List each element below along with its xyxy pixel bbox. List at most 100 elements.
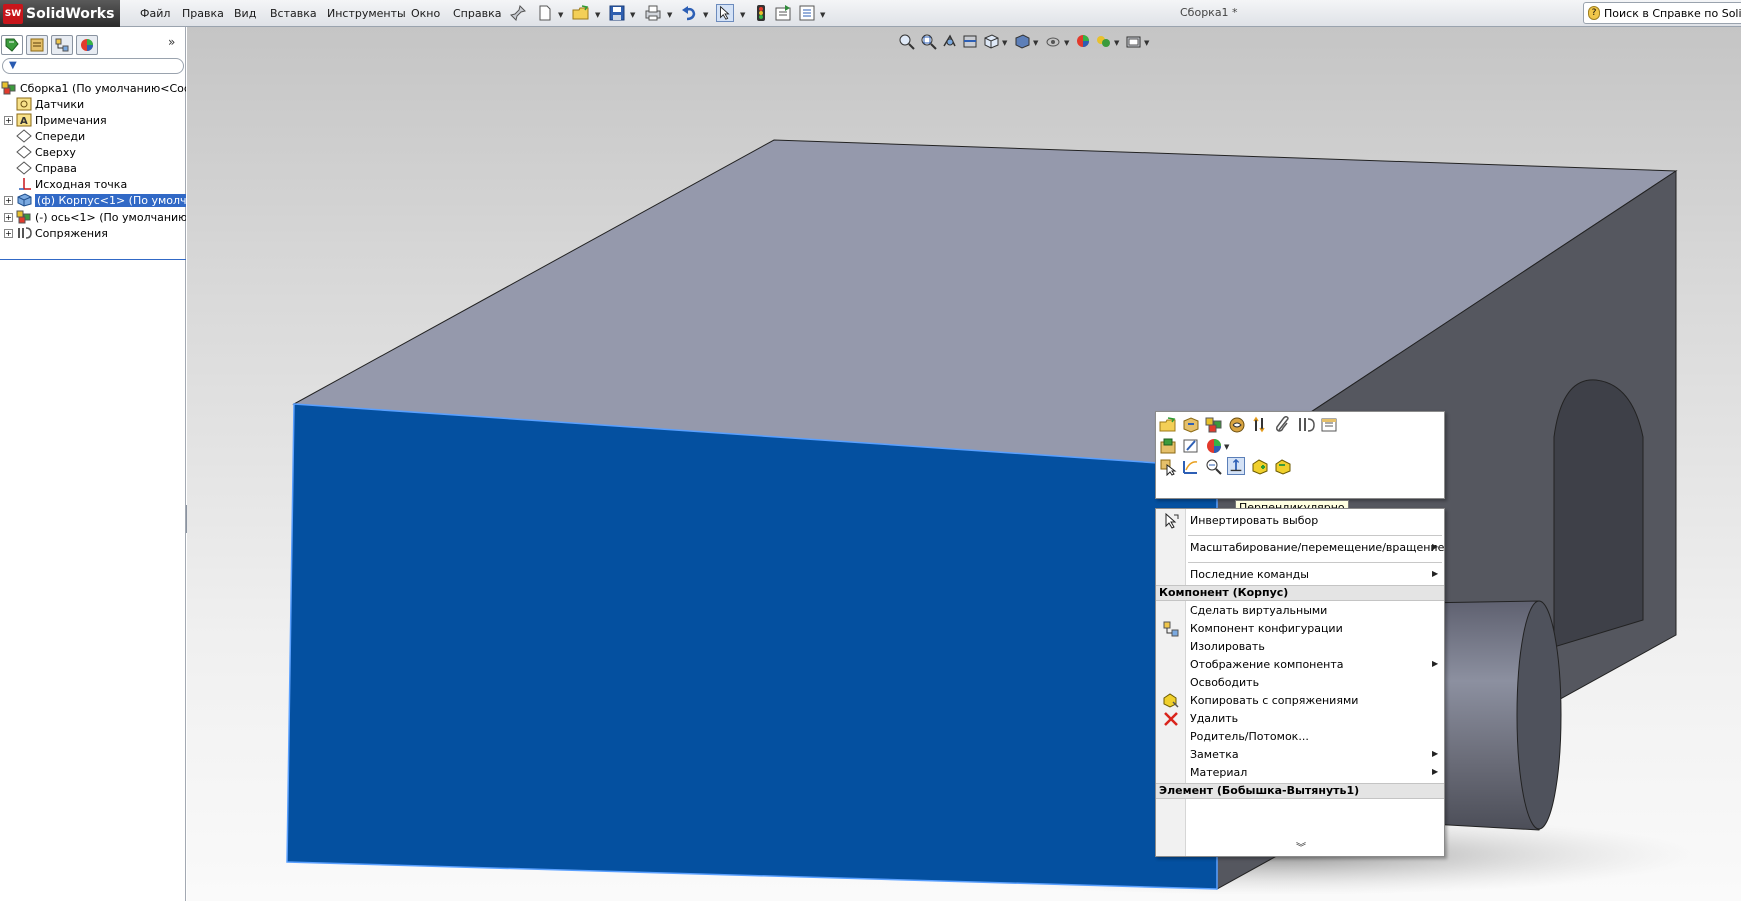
menu-insert[interactable]: Вставка — [270, 7, 317, 20]
properties-list-icon[interactable] — [798, 4, 816, 22]
propertymanager-tab-icon[interactable] — [26, 35, 48, 55]
section-view-icon[interactable] — [962, 33, 979, 50]
select-pointer-icon[interactable] — [716, 4, 734, 22]
menu-item-copy-with-mates[interactable]: Копировать с сопряжениями — [1156, 691, 1444, 711]
view-settings-dropdown-arrow[interactable]: ▼ — [1144, 39, 1149, 47]
options-icon[interactable] — [774, 4, 792, 22]
view-orientation-dropdown-arrow[interactable]: ▼ — [1002, 39, 1007, 47]
display-manager-tab-icon[interactable] — [76, 35, 98, 55]
new-dropdown-arrow[interactable]: ▼ — [558, 11, 563, 19]
select-other-icon[interactable] — [1159, 458, 1177, 476]
sketch-icon[interactable] — [1182, 458, 1200, 476]
new-document-icon[interactable] — [536, 4, 554, 22]
rebuild-traffic-light-icon[interactable] — [752, 4, 770, 22]
change-transparency-icon[interactable] — [1251, 416, 1269, 434]
menu-item-delete[interactable]: Удалить — [1156, 709, 1444, 729]
appearance-dropdown-arrow[interactable]: ▼ — [1224, 443, 1229, 451]
scene-dropdown-arrow[interactable]: ▼ — [1114, 39, 1119, 47]
expand-plus-icon[interactable]: + — [4, 212, 13, 222]
tree-node-part-korpus[interactable]: + (ф) Корпус<1> (По умолчани — [0, 191, 186, 209]
help-search-input[interactable] — [1604, 6, 1741, 20]
open-dropdown-arrow[interactable]: ▼ — [595, 11, 600, 19]
edit-appearance-icon[interactable] — [1075, 33, 1092, 50]
hide-components-icon[interactable] — [1228, 416, 1246, 434]
menu-bar: SW SolidWorks Файл Правка Вид Вставка Ин… — [0, 0, 1741, 27]
graphics-viewport[interactable]: ▼ ▼ ▼ ▼ ▼ ▼ Инвертировать выбор Масштаби… — [187, 27, 1741, 901]
app-logo[interactable]: SW SolidWorks — [0, 0, 120, 27]
configurationmanager-tab-icon[interactable] — [51, 35, 73, 55]
normal-to-icon[interactable] — [1227, 457, 1245, 475]
svg-text:A: A — [20, 116, 28, 127]
menu-item-note[interactable]: Заметка ▶ — [1156, 745, 1444, 765]
paperclip-icon[interactable] — [1274, 416, 1292, 434]
open-part-icon[interactable] — [1159, 416, 1177, 434]
undo-icon[interactable] — [680, 4, 698, 22]
menu-item-label: Инвертировать выбор — [1190, 514, 1319, 527]
menu-item-material[interactable]: Материал ▶ — [1156, 763, 1444, 783]
expand-plus-icon[interactable]: + — [4, 228, 13, 238]
tree-filter-field[interactable]: ▼ — [2, 58, 184, 74]
display-style-icon[interactable] — [1014, 33, 1031, 50]
panel-expand-chevron-icon[interactable]: » — [168, 35, 175, 49]
menu-item-label: Заметка — [1190, 748, 1239, 761]
pin-icon[interactable] — [509, 4, 527, 22]
hide-show-items-icon[interactable] — [1045, 33, 1062, 50]
component-properties-icon[interactable] — [1320, 416, 1338, 434]
previous-view-icon[interactable] — [941, 33, 958, 50]
expand-menu-chevron-icon[interactable]: ︾ — [1296, 839, 1306, 854]
menu-item-label: Освободить — [1190, 676, 1260, 689]
menu-item-isolate[interactable]: Изолировать — [1156, 637, 1444, 657]
menu-item-recent-commands[interactable]: Последние команды ▶ — [1156, 565, 1444, 585]
menu-item-zoom-pan-rotate[interactable]: Масштабирование/перемещение/вращение ▶ — [1156, 538, 1444, 558]
open-subassembly-icon[interactable] — [1159, 437, 1177, 455]
open-folder-icon[interactable] — [572, 4, 590, 22]
menu-file[interactable]: Файл — [140, 7, 170, 20]
3d-model-view[interactable] — [187, 27, 1741, 901]
menu-window[interactable]: Окно — [411, 7, 440, 20]
print-dropdown-arrow[interactable]: ▼ — [667, 11, 672, 19]
menu-item-component-configuration[interactable]: Компонент конфигурации — [1156, 619, 1444, 639]
hide-show-dropdown-arrow[interactable]: ▼ — [1064, 39, 1069, 47]
help-search-box[interactable]: ? — [1583, 2, 1741, 24]
delete-x-icon — [1164, 712, 1178, 726]
menu-item-float[interactable]: Освободить — [1156, 673, 1444, 693]
expand-plus-icon[interactable]: + — [4, 195, 13, 205]
menu-edit[interactable]: Правка — [182, 7, 224, 20]
tree-node-mates[interactable]: + Сопряжения — [0, 224, 186, 242]
zoom-to-area-icon[interactable] — [920, 33, 937, 50]
new-part-icon[interactable] — [1274, 458, 1292, 476]
zoom-to-fit-icon[interactable] — [898, 33, 915, 50]
properties-dropdown-arrow[interactable]: ▼ — [820, 11, 825, 19]
select-dropdown-arrow[interactable]: ▼ — [740, 11, 745, 19]
plane-icon — [16, 129, 32, 143]
save-icon[interactable] — [608, 4, 626, 22]
display-style-dropdown-arrow[interactable]: ▼ — [1033, 39, 1038, 47]
view-settings-icon[interactable] — [1125, 33, 1142, 50]
expand-plus-icon[interactable]: + — [4, 115, 13, 125]
view-orientation-icon[interactable] — [983, 33, 1000, 50]
featuremanager-tab-icon[interactable] — [1, 35, 23, 55]
menu-view[interactable]: Вид — [234, 7, 256, 20]
zoom-to-selection-icon[interactable] — [1205, 458, 1223, 476]
tree-label: Справа — [35, 161, 77, 175]
menu-tools[interactable]: Инструменты — [327, 7, 406, 20]
appearance-icon[interactable] — [1205, 437, 1223, 455]
tree-label-selected: (ф) Корпус<1> (По умолчани — [35, 193, 186, 207]
edit-part-icon[interactable] — [1182, 416, 1200, 434]
mate-icon[interactable] — [1297, 416, 1315, 434]
part-icon — [17, 193, 32, 207]
menu-item-parent-child[interactable]: Родитель/Потомок... — [1156, 727, 1444, 747]
menu-item-invert-selection[interactable]: Инвертировать выбор — [1156, 511, 1444, 531]
save-dropdown-arrow[interactable]: ▼ — [630, 11, 635, 19]
undo-dropdown-arrow[interactable]: ▼ — [703, 11, 708, 19]
apply-scene-icon[interactable] — [1095, 33, 1112, 50]
edit-sketch-icon[interactable] — [1182, 437, 1200, 455]
origin-icon — [19, 178, 31, 190]
menu-item-component-display[interactable]: Отображение компонента ▶ — [1156, 655, 1444, 675]
print-icon[interactable] — [644, 4, 662, 22]
menu-item-make-virtual[interactable]: Сделать виртуальными — [1156, 601, 1444, 621]
selected-front-face[interactable] — [286, 403, 1218, 890]
menu-help[interactable]: Справка — [453, 7, 501, 20]
edit-assembly-icon[interactable] — [1205, 416, 1223, 434]
insert-component-icon[interactable] — [1251, 458, 1269, 476]
